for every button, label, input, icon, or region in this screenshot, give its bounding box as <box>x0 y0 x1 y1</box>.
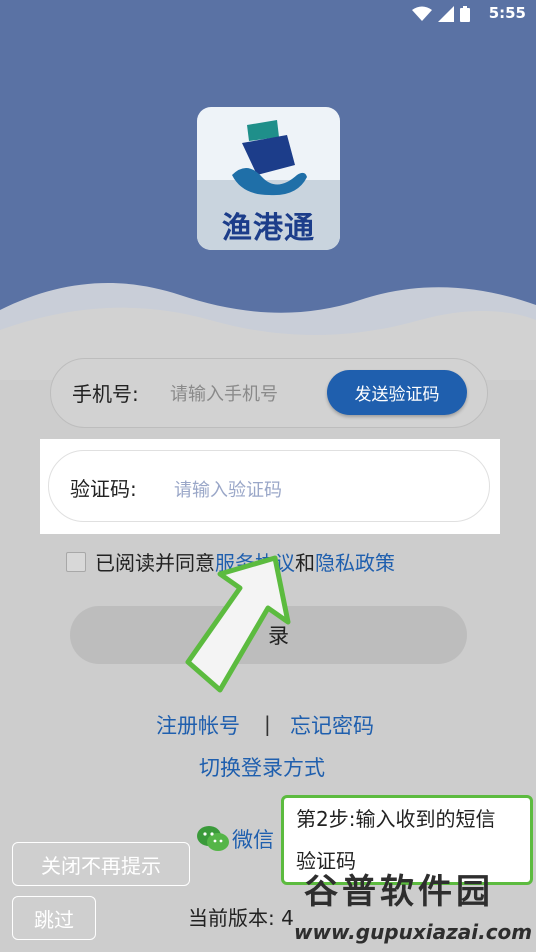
forgot-password-link[interactable]: 忘记密码 <box>290 710 374 740</box>
privacy-policy-link[interactable]: 隐私政策 <box>315 547 395 576</box>
ship-icon <box>232 120 307 196</box>
tip-line-1: 第2步:输入收到的短信 <box>296 807 496 831</box>
register-link[interactable]: 注册帐号 <box>156 710 240 740</box>
wechat-icon[interactable] <box>196 824 230 852</box>
version-label: 当前版本: 4 <box>188 906 294 930</box>
watermark-url: www.gupuxiazai.com <box>294 920 533 944</box>
status-time: 5:55 <box>488 4 526 22</box>
agreement-checkbox[interactable] <box>66 551 86 572</box>
wechat-login-link[interactable]: 微信 <box>232 824 274 854</box>
app-logo: 渔港通 <box>197 107 340 250</box>
code-input[interactable]: 请输入验证码 <box>174 476 282 502</box>
skip-button[interactable]: 跳过 <box>12 896 96 940</box>
status-icons <box>412 6 470 22</box>
watermark-brand: 谷普软件园 <box>304 872 494 912</box>
close-forever-button[interactable]: 关闭不再提示 <box>12 842 190 886</box>
wifi-icon <box>412 6 432 21</box>
phone-label: 手机号: <box>72 382 139 406</box>
switch-login-method-link[interactable]: 切换登录方式 <box>199 752 325 782</box>
links-separator: | <box>264 712 271 736</box>
signal-icon <box>438 6 454 22</box>
code-label: 验证码: <box>70 477 137 501</box>
guide-arrow-icon <box>185 555 291 693</box>
battery-icon <box>460 6 470 22</box>
watermark: 谷普软件园 www.gupuxiazai.com <box>294 864 536 952</box>
send-code-button[interactable]: 发送验证码 <box>327 370 467 415</box>
phone-input[interactable]: 请输入手机号 <box>170 380 278 406</box>
status-bar: 5:55 <box>0 0 536 30</box>
logo-text: 渔港通 <box>222 211 315 246</box>
